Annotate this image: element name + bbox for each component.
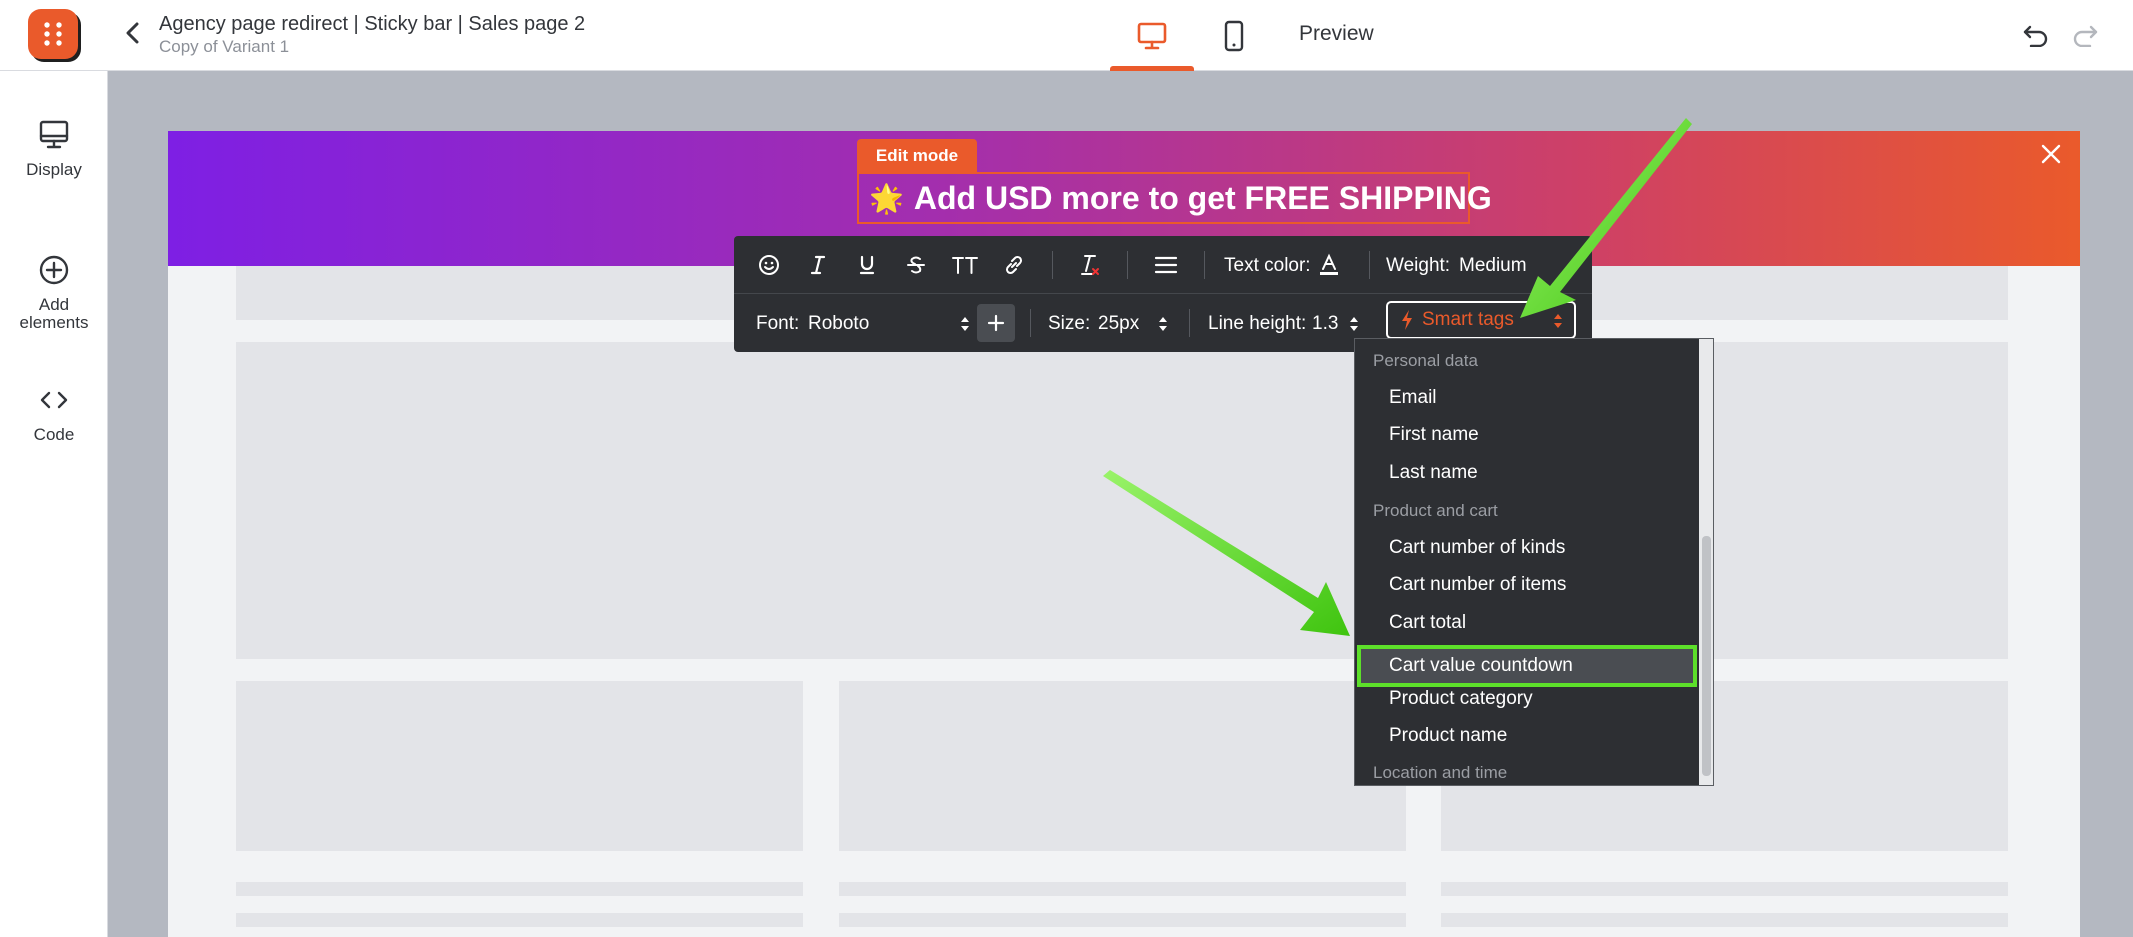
size-select[interactable]: 25px — [1098, 313, 1139, 335]
mobile-view-button[interactable] — [1192, 0, 1276, 71]
dropdown-option[interactable]: First name — [1355, 417, 1699, 453]
font-stepper-icon[interactable] — [959, 314, 971, 334]
toolbar-divider — [1052, 251, 1053, 279]
toolbar-divider — [1189, 309, 1190, 337]
italic-icon — [810, 255, 826, 275]
toolbar-row-formatting: Text color: Weight: Medium — [734, 236, 1592, 294]
toolbar-divider — [1369, 251, 1370, 279]
sidebar-item-code[interactable]: Code — [0, 384, 108, 444]
star-emoji: 🌟 — [869, 182, 904, 214]
chevron-updown-icon — [1554, 314, 1562, 328]
back-button[interactable] — [118, 18, 148, 48]
dropdown-option[interactable]: Cart total — [1355, 605, 1699, 641]
group-heading: Product and cart — [1373, 501, 1498, 520]
strikethrough-icon — [907, 256, 925, 274]
dropdown-option[interactable]: Last name — [1355, 455, 1699, 491]
weight-select[interactable]: Medium — [1459, 255, 1527, 277]
redo-button[interactable] — [2069, 19, 2101, 51]
close-bar-button[interactable] — [2037, 140, 2065, 168]
variant-name: Copy of Variant 1 — [159, 37, 290, 56]
dropdown-scrollbar[interactable] — [1699, 339, 1713, 785]
app-logo[interactable] — [28, 9, 78, 59]
line-height-select[interactable]: 1.3 — [1312, 313, 1338, 335]
placeholder-block — [236, 342, 2008, 659]
link-icon — [1005, 255, 1023, 275]
placeholder-line — [839, 882, 1406, 896]
code-icon — [40, 391, 68, 409]
size-label: Size: — [1048, 313, 1091, 334]
italic-button[interactable] — [801, 248, 835, 282]
dropdown-option[interactable]: Cart number of kinds — [1355, 530, 1699, 566]
app-logo-icon — [44, 22, 62, 46]
sidebar-item-label: Code — [33, 425, 75, 444]
smart-tags-dropdown: Personal data Email First name Last name… — [1354, 338, 1714, 786]
sidebar-item-display[interactable]: Display — [0, 119, 108, 179]
placeholder-line — [236, 882, 803, 896]
plus-circle-icon — [39, 255, 69, 285]
sidebar-item-add-elements[interactable]: Add elements — [0, 254, 108, 332]
chevron-left-icon — [126, 22, 139, 44]
clear-formatting-icon — [1081, 255, 1099, 275]
add-font-button[interactable] — [977, 304, 1015, 342]
text-format-toolbar: Text color: Weight: Medium Font: Roboto … — [734, 236, 1592, 352]
toolbar-divider — [1127, 251, 1128, 279]
preview-button[interactable]: Preview — [1299, 22, 1374, 46]
weight-label: Weight: — [1386, 255, 1451, 276]
page-title: Agency page redirect | Sticky bar | Sale… — [159, 13, 586, 35]
align-button[interactable] — [1149, 248, 1183, 282]
placeholder-block — [236, 681, 803, 851]
left-sidebar: Display Add elements Code — [0, 71, 108, 937]
link-button[interactable] — [997, 248, 1031, 282]
top-bar: Agency page redirect | Sticky bar | Sale… — [0, 0, 2133, 71]
lightning-icon — [1402, 310, 1412, 330]
size-stepper-icon[interactable] — [1157, 314, 1169, 334]
sidebar-item-label: Add elements — [19, 295, 89, 332]
align-icon — [1154, 256, 1178, 274]
placeholder-line — [1441, 882, 2008, 896]
placeholder-line — [839, 913, 1406, 927]
underline-button[interactable] — [850, 248, 884, 282]
scrollbar-thumb[interactable] — [1702, 536, 1711, 776]
headline-text[interactable]: Add USD more to get FREE SHIPPING — [914, 180, 1492, 217]
edit-mode-badge: Edit mode — [857, 139, 977, 173]
undo-icon — [2023, 25, 2048, 47]
dropdown-option[interactable]: Product category — [1355, 681, 1699, 717]
text-case-icon — [952, 257, 978, 274]
underline-icon — [859, 255, 875, 275]
smart-tags-button[interactable]: Smart tags — [1386, 301, 1576, 339]
strikethrough-button[interactable] — [899, 248, 933, 282]
text-color-icon — [1320, 253, 1338, 275]
line-height-stepper-icon[interactable] — [1348, 314, 1360, 334]
desktop-view-button[interactable] — [1110, 0, 1194, 71]
plus-icon — [987, 314, 1005, 332]
placeholder-block — [839, 681, 1406, 851]
text-color-label: Text color: — [1224, 255, 1311, 276]
sidebar-item-label: Display — [26, 160, 82, 179]
line-height-label: Line height: — [1208, 313, 1307, 334]
placeholder-line — [236, 913, 803, 927]
dropdown-option[interactable]: Product name — [1355, 718, 1699, 754]
close-icon — [2041, 144, 2061, 164]
text-color-button[interactable] — [1312, 248, 1346, 282]
uppercase-button[interactable] — [948, 248, 982, 282]
group-heading: Location and time — [1373, 763, 1508, 782]
smiley-icon — [759, 255, 779, 275]
font-select[interactable]: Roboto — [808, 313, 869, 335]
clear-format-button[interactable] — [1072, 248, 1106, 282]
toolbar-divider — [1030, 309, 1031, 337]
emoji-button[interactable] — [752, 248, 786, 282]
smart-tags-label: Smart tags — [1422, 309, 1514, 330]
desktop-icon — [1137, 22, 1167, 49]
dropdown-option[interactable]: Cart number of items — [1355, 567, 1699, 603]
font-label: Font: — [756, 313, 800, 334]
placeholder-line — [1441, 913, 2008, 927]
dropdown-option[interactable]: Email — [1355, 380, 1699, 416]
undo-button[interactable] — [2020, 19, 2052, 51]
redo-icon — [2073, 25, 2098, 47]
mobile-icon — [1224, 20, 1244, 51]
headline-text-element[interactable]: 🌟 Add USD more to get FREE SHIPPING — [857, 172, 1492, 224]
toolbar-divider — [1204, 251, 1205, 279]
monitor-icon — [39, 120, 69, 149]
group-heading: Personal data — [1373, 351, 1478, 370]
